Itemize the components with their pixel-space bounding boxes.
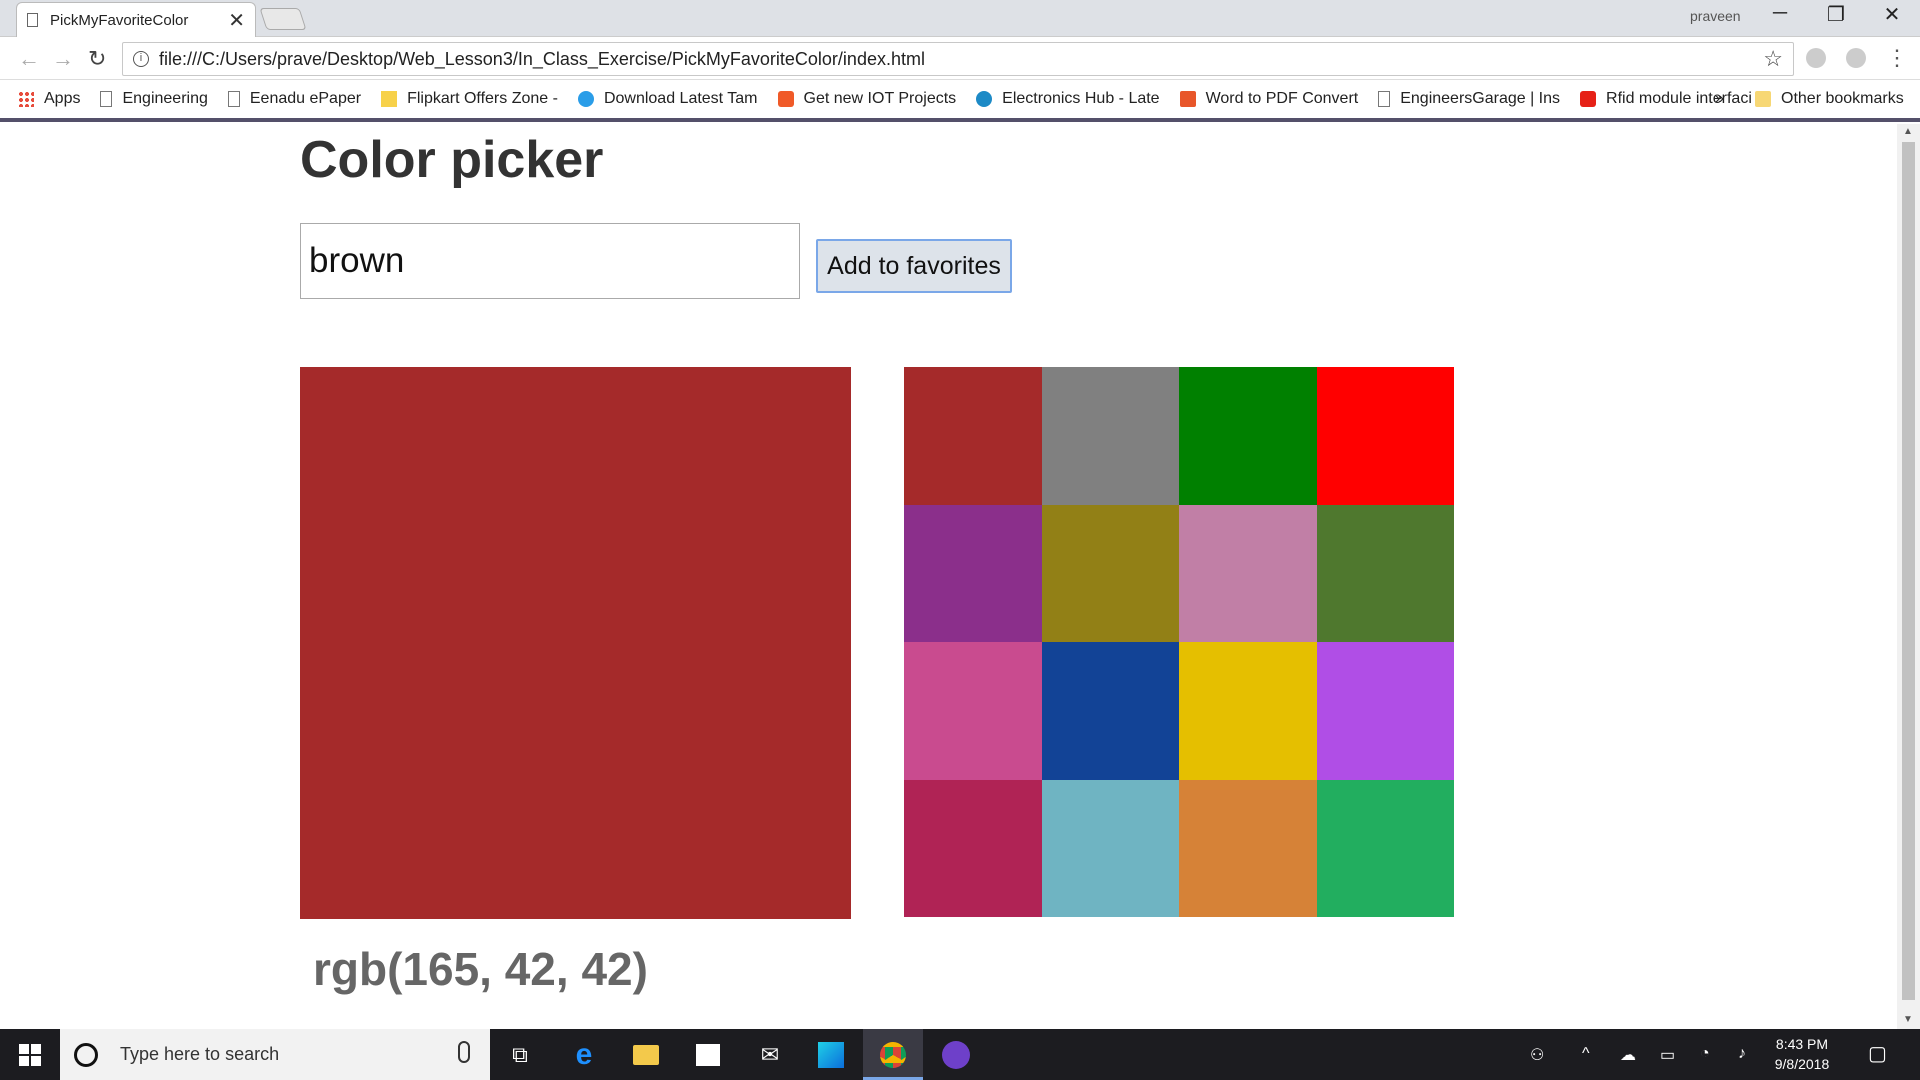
notifications-icon[interactable]: ▢ (1868, 1041, 1887, 1066)
bookmark-engineersgarage[interactable]: EngineersGarage | Ins (1378, 90, 1560, 108)
rgb-value-text: rgb(165, 42, 42) (313, 943, 648, 995)
bookmark-download-tamil[interactable]: Download Latest Tam (577, 90, 758, 108)
windows-icon (19, 1043, 41, 1066)
favorite-color-swatch[interactable] (1316, 504, 1454, 642)
youtube-icon (1580, 91, 1597, 107)
windows-taskbar: Type here to search ⧉ e ✉ ⚇ ^ ☁ ▭ ◔ ♪ 8:… (0, 1029, 1920, 1080)
store-icon[interactable] (692, 1039, 724, 1071)
chevron-up-icon[interactable]: ^ (1582, 1045, 1590, 1063)
webstorm-icon[interactable] (815, 1039, 847, 1071)
favorite-color-swatch[interactable] (1179, 367, 1317, 505)
battery-icon[interactable]: ▭ (1660, 1045, 1675, 1065)
favorite-color-swatch[interactable] (1041, 367, 1179, 505)
page-content: Color picker Add to favorites rgb(165, 4… (0, 124, 1897, 1029)
tab-title: PickMyFavoriteColor (50, 11, 189, 29)
page-icon (100, 91, 113, 107)
color-name-input[interactable] (300, 223, 800, 299)
clock[interactable]: 8:43 PM 9/8/2018 (1752, 1034, 1852, 1074)
close-window-icon[interactable]: ✕ (1864, 2, 1920, 32)
address-bar[interactable]: i file:///C:/Users/prave/Desktop/Web_Les… (122, 42, 1794, 76)
task-view-icon[interactable]: ⧉ (504, 1039, 536, 1071)
browser-tab[interactable]: PickMyFavoriteColor ✕ (16, 2, 256, 37)
favorite-color-swatch[interactable] (1316, 642, 1454, 780)
current-color-swatch (300, 367, 851, 919)
search-placeholder: Type here to search (120, 1044, 280, 1064)
page-icon (27, 13, 38, 27)
minimize-icon[interactable]: ─ (1752, 2, 1808, 32)
favorites-grid (904, 367, 1454, 917)
folder-icon (1755, 91, 1771, 107)
favorite-color-swatch[interactable] (904, 367, 1042, 505)
bookmark-flipkart[interactable]: Flipkart Offers Zone - (381, 90, 558, 108)
bookmark-apps[interactable]: Apps (18, 90, 80, 108)
bookmark-engineering[interactable]: Engineering (100, 90, 208, 108)
people-icon[interactable]: ⚇ (1530, 1045, 1544, 1065)
favorite-color-swatch[interactable] (904, 779, 1042, 917)
onedrive-icon[interactable]: ☁ (1620, 1045, 1636, 1065)
start-button[interactable] (0, 1029, 60, 1080)
volume-icon[interactable]: ♪ (1738, 1045, 1746, 1063)
bookmark-rfid-module[interactable]: Rfid module interfaci (1580, 90, 1752, 108)
favorite-color-swatch[interactable] (1179, 504, 1317, 642)
skype-extension-icon[interactable] (1806, 48, 1826, 68)
more-bookmarks-icon[interactable]: » (1715, 90, 1724, 108)
favorite-color-swatch[interactable] (1316, 779, 1454, 917)
bookmark-star-icon[interactable]: ☆ (1763, 46, 1783, 72)
bookmark-eenadu[interactable]: Eenadu ePaper (227, 90, 361, 108)
cortana-icon (74, 1043, 98, 1067)
browser-tab-strip: PickMyFavoriteColor ✕ praveen ─ ❐ ✕ (0, 0, 1920, 37)
favorite-color-swatch[interactable] (1041, 642, 1179, 780)
play-icon (577, 91, 594, 107)
vertical-scrollbar[interactable]: ▲ ▼ (1897, 124, 1920, 1029)
bookmark-word-to-pdf[interactable]: Word to PDF Convert (1179, 90, 1358, 108)
menu-icon[interactable]: ⋮ (1886, 45, 1908, 71)
scroll-down-icon[interactable]: ▼ (1903, 1014, 1913, 1025)
edge-icon[interactable]: e (568, 1038, 600, 1071)
chrome-icon[interactable] (877, 1039, 909, 1071)
other-bookmarks[interactable]: Other bookmarks (1755, 90, 1904, 108)
forward-icon[interactable]: → (52, 46, 74, 72)
page-title: Color picker (300, 131, 604, 189)
github-icon[interactable] (940, 1039, 972, 1071)
page-icon (1378, 91, 1391, 107)
favorite-color-swatch[interactable] (1316, 367, 1454, 505)
bookmark-iot-projects[interactable]: Get new IOT Projects (777, 90, 956, 108)
extension-icon[interactable] (1846, 48, 1866, 68)
iot-icon (777, 91, 794, 107)
browser-toolbar: ← → ↻ i file:///C:/Users/prave/Desktop/W… (0, 37, 1920, 80)
scroll-up-icon[interactable]: ▲ (1903, 126, 1913, 137)
info-icon[interactable]: i (133, 51, 149, 67)
favorite-color-swatch[interactable] (904, 504, 1042, 642)
profile-name[interactable]: praveen (1690, 8, 1741, 24)
scroll-thumb[interactable] (1902, 142, 1915, 1000)
back-icon[interactable]: ← (18, 46, 40, 72)
flipkart-icon (381, 91, 398, 107)
e-icon (976, 91, 993, 107)
reload-icon[interactable]: ↻ (88, 46, 106, 72)
favorite-color-swatch[interactable] (1179, 779, 1317, 917)
restore-icon[interactable]: ❐ (1808, 2, 1864, 32)
new-tab-button[interactable] (259, 8, 307, 30)
apps-grid-icon (18, 91, 34, 107)
taskbar-search[interactable]: Type here to search (60, 1029, 490, 1080)
tab-close-icon[interactable]: ✕ (228, 8, 245, 33)
favorite-color-swatch[interactable] (904, 642, 1042, 780)
favorite-color-swatch[interactable] (1041, 779, 1179, 917)
favorite-color-swatch[interactable] (1041, 504, 1179, 642)
favorite-color-swatch[interactable] (1179, 642, 1317, 780)
url-text: file:///C:/Users/prave/Desktop/Web_Lesso… (159, 48, 925, 69)
bookmarks-bar: Apps Engineering Eenadu ePaper Flipkart … (0, 80, 1920, 122)
file-explorer-icon[interactable] (630, 1039, 662, 1071)
mail-icon[interactable]: ✉ (754, 1039, 786, 1071)
bookmark-electronics-hub[interactable]: Electronics Hub - Late (976, 90, 1160, 108)
pdf-icon (1179, 91, 1196, 107)
wifi-icon[interactable]: ◔ (1700, 1045, 1710, 1063)
page-icon (227, 91, 240, 107)
microphone-icon[interactable] (458, 1041, 470, 1063)
add-to-favorites-button[interactable]: Add to favorites (816, 239, 1012, 293)
